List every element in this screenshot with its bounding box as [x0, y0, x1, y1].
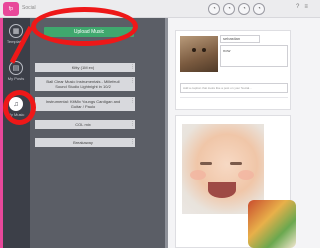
app-title: Social — [22, 5, 36, 11]
menu-icon[interactable]: ≡ — [304, 4, 308, 10]
time-field[interactable]: now — [220, 45, 288, 67]
food-photo[interactable] — [248, 200, 296, 248]
music-list-item[interactable]: Kitty (1M ex) ⋮ — [35, 63, 135, 72]
options-icon[interactable]: ⋮ — [130, 122, 135, 127]
music-item-label: Instrumental: KitMix Youngs Cardigan and… — [45, 99, 121, 109]
top-right-actions: ? ≡ — [296, 4, 308, 10]
photo-cheek — [190, 170, 206, 180]
music-item-label: Kitty (1M ex) — [71, 65, 95, 70]
music-list-item[interactable]: Instrumental: KitMix Youngs Cardigan and… — [35, 97, 135, 111]
avatar-eye — [202, 48, 206, 52]
rail-accent — [0, 18, 3, 248]
avatar-eye — [192, 48, 196, 52]
sidebar-item-label: My Posts — [7, 76, 25, 81]
music-list-item[interactable]: Ball Clear Music Instrumentals - Millefe… — [35, 77, 135, 91]
music-library-panel — [30, 18, 165, 248]
photo-mouth — [208, 182, 236, 198]
options-icon[interactable]: ⋮ — [130, 79, 135, 84]
name-field[interactable]: sebastian — [220, 35, 260, 43]
music-item-label: Breakaway — [73, 140, 93, 145]
sidebar-item-my-posts[interactable]: ▤ My Posts — [4, 61, 28, 81]
layout-icon: ▦ — [9, 24, 23, 38]
music-list-item[interactable]: Breakaway ⋮ — [35, 138, 135, 147]
music-item-label: COL mix — [75, 122, 91, 127]
photo-eye — [230, 162, 242, 165]
app-logo[interactable]: fp — [3, 2, 19, 16]
photo-eye — [200, 162, 212, 165]
post-composer: sebastian now Add a caption that looks l… — [175, 30, 291, 110]
photo-cheek — [238, 170, 254, 180]
toolbar-circle-icon[interactable]: ◔ — [238, 3, 250, 15]
music-item-label: Ball Clear Music Instrumentals - Millefe… — [46, 79, 120, 89]
top-toolbar: ◔ ◔ ◔ ◔ — [208, 3, 265, 15]
options-icon[interactable]: ⋮ — [130, 65, 135, 70]
caption-input[interactable]: Add a caption that looks like a post on … — [180, 83, 288, 93]
options-icon[interactable]: ⋮ — [130, 99, 135, 104]
annotation-circle-music — [3, 90, 36, 125]
composer-divider — [180, 97, 288, 98]
toolbar-circle-icon[interactable]: ◔ — [223, 3, 235, 15]
options-icon[interactable]: ⋮ — [130, 140, 135, 145]
help-icon[interactable]: ? — [296, 4, 299, 10]
music-list-item[interactable]: COL mix ⋮ — [35, 120, 135, 129]
toolbar-circle-icon[interactable]: ◔ — [253, 3, 265, 15]
posts-icon: ▤ — [9, 61, 23, 75]
toolbar-circle-icon[interactable]: ◔ — [208, 3, 220, 15]
annotation-circle-upload — [31, 7, 138, 46]
avatar — [180, 36, 218, 72]
